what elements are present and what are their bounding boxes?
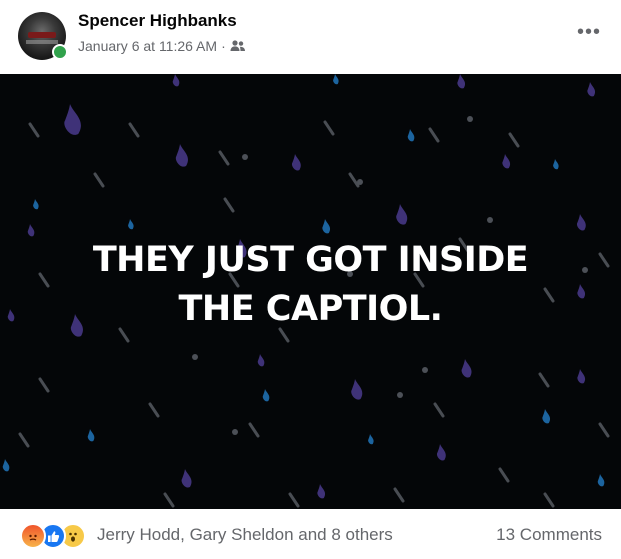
reaction-names[interactable]: Jerry Hodd, Gary Sheldon and 8 others	[97, 525, 393, 545]
post-timestamp[interactable]: January 6 at 11:26 AM	[78, 38, 217, 54]
post-footer: Jerry Hodd, Gary Sheldon and 8 others 13…	[0, 509, 621, 559]
meta-separator: ·	[221, 38, 226, 54]
post-meta: January 6 at 11:26 AM ·	[78, 38, 246, 54]
online-status-dot	[52, 44, 68, 60]
avatar-detail	[26, 40, 58, 44]
angry-reaction-icon[interactable]	[20, 523, 46, 549]
post-header: Spencer Highbanks January 6 at 11:26 AM …	[0, 0, 621, 74]
post-text-area: THEY JUST GOT INSIDE THE CAPTIOL.	[0, 74, 621, 509]
author-name[interactable]: Spencer Highbanks	[78, 11, 237, 31]
friends-icon[interactable]	[230, 39, 246, 53]
comments-count[interactable]: 13 Comments	[496, 525, 602, 545]
avatar-detail	[28, 32, 56, 38]
more-options-icon[interactable]: •••	[577, 20, 601, 44]
post-text: THEY JUST GOT INSIDE THE CAPTIOL.	[92, 239, 529, 329]
reaction-icons[interactable]	[20, 523, 86, 549]
